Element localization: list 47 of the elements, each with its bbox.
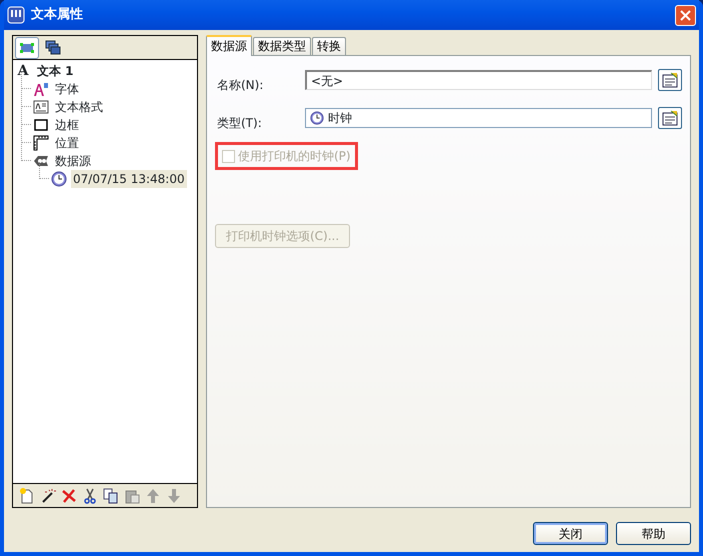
clock-icon [310, 111, 324, 125]
down-arrow-icon [166, 488, 182, 504]
input-field[interactable]: 时钟 [305, 108, 652, 128]
close-button[interactable] [675, 4, 696, 26]
tab[interactable]: 数据类型 [253, 37, 311, 55]
magic-wand-button[interactable] [40, 486, 56, 504]
tab[interactable]: 数据源 [206, 35, 252, 56]
close-icon [680, 10, 691, 20]
up-arrow-icon [145, 488, 161, 504]
tree-item[interactable]: 文本 1 [35, 62, 76, 80]
magic-wand-icon [40, 488, 56, 504]
tree-item[interactable]: 位置 [53, 134, 81, 152]
layers-icon [45, 40, 61, 56]
border-icon [33, 117, 49, 133]
window-title: 文本属性 [31, 6, 83, 24]
input-field[interactable]: <无> [305, 70, 652, 90]
dialog-button[interactable]: 关闭 [533, 522, 608, 545]
letter-icon: A [15, 60, 31, 82]
dialog-button[interactable]: 帮助 [616, 522, 691, 545]
app-icon [7, 6, 25, 24]
scissors-icon [82, 488, 98, 504]
data-source-icon [33, 153, 49, 169]
ruler-icon [33, 135, 49, 151]
scissors-button[interactable] [82, 486, 98, 504]
field-label: 类型(T): [216, 115, 263, 132]
browse-button[interactable] [658, 69, 682, 91]
tree-item[interactable]: 数据源 [53, 152, 93, 170]
text-format-icon [33, 99, 49, 115]
font-icon [33, 81, 49, 97]
list-icon [662, 72, 678, 88]
copy-icon [103, 488, 119, 504]
tab[interactable]: 转换 [312, 37, 346, 55]
new-page-icon [19, 488, 35, 504]
new-page-button[interactable] [19, 486, 35, 504]
delete-icon [61, 488, 77, 504]
field-label: 名称(N): [216, 77, 264, 94]
tree-item[interactable]: 边框 [53, 116, 81, 134]
tree-item[interactable]: 字体 [53, 80, 81, 98]
list-icon [662, 110, 678, 126]
tree-item[interactable]: 文本格式 [53, 98, 105, 116]
browse-button[interactable] [658, 107, 682, 129]
clock-icon [51, 171, 67, 187]
copy-button[interactable] [103, 486, 119, 504]
nodes-icon [19, 40, 35, 56]
tree-item[interactable]: 07/07/15 13:48:00 [71, 170, 187, 188]
paste-icon [124, 488, 140, 504]
delete-button[interactable] [61, 486, 77, 504]
